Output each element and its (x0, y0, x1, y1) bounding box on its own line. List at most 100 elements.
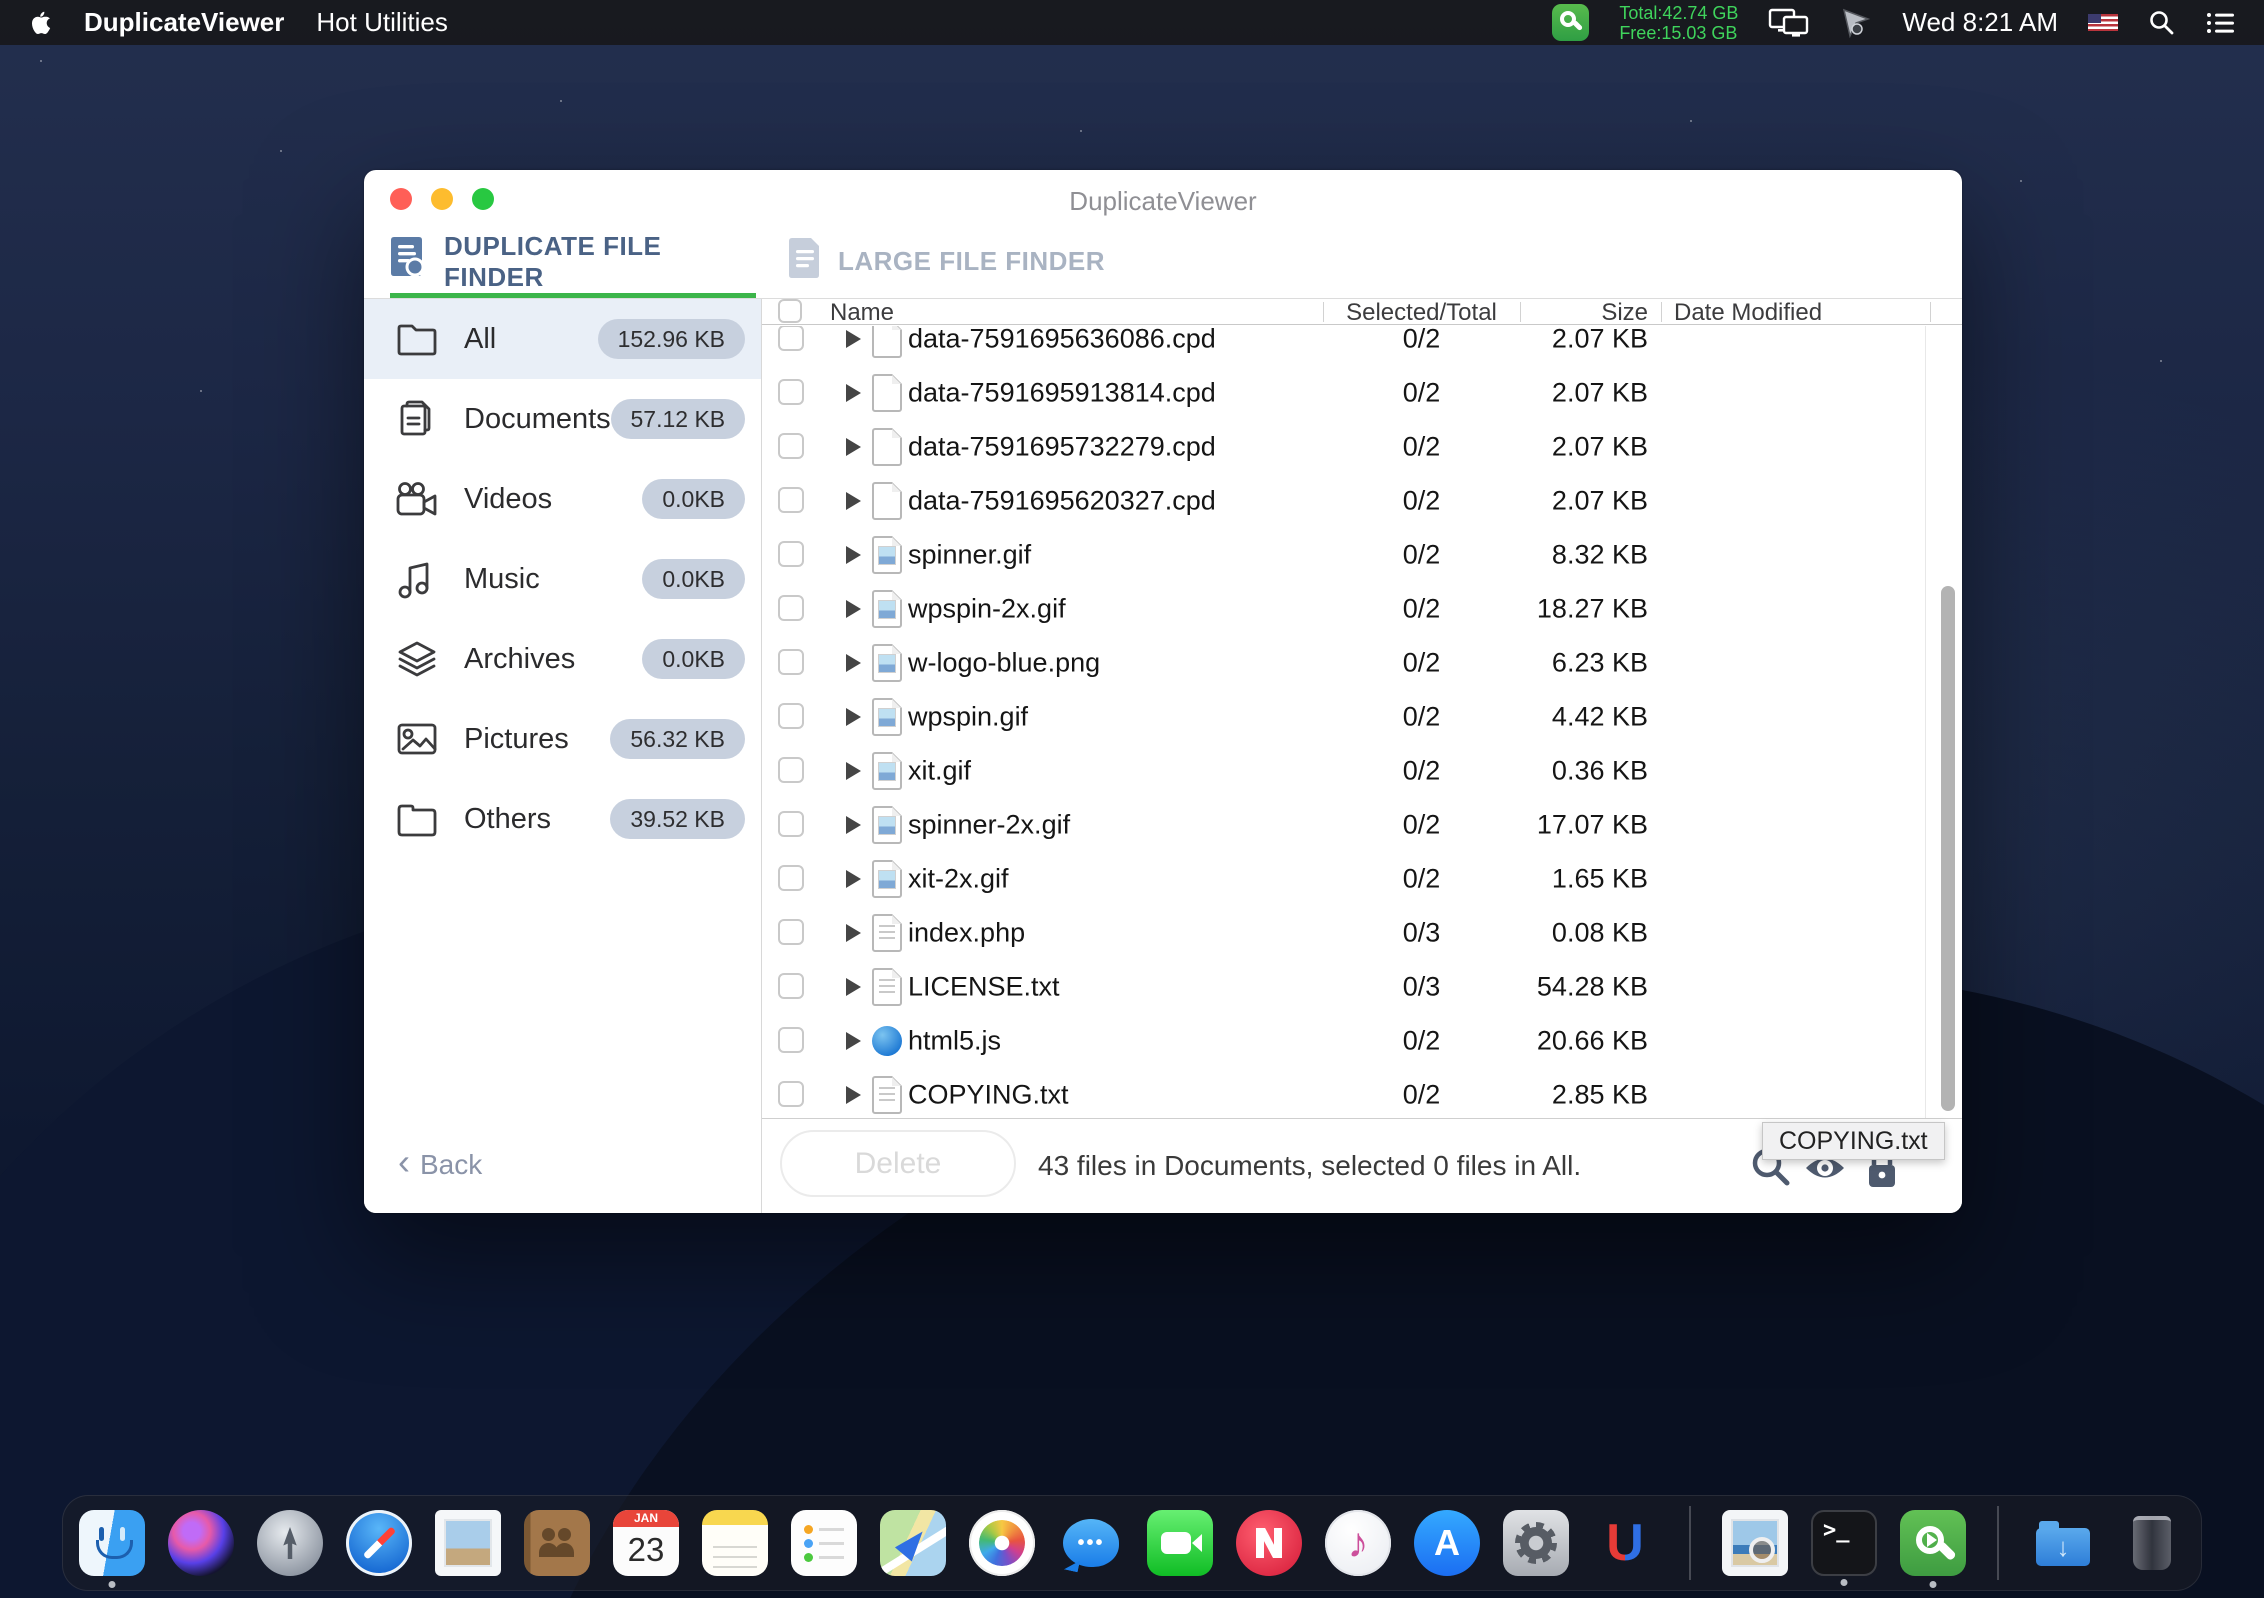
column-header-size[interactable]: Size (1520, 299, 1648, 327)
disclosure-triangle-icon[interactable] (846, 438, 861, 456)
dock-icon-mail[interactable] (435, 1510, 501, 1576)
dock-icon-sysprefs[interactable] (1503, 1510, 1569, 1576)
row-checkbox[interactable] (778, 649, 804, 675)
table-row[interactable]: data-7591695620327.cpd 0/2 2.07 KB (762, 474, 1962, 528)
row-checkbox[interactable] (778, 919, 804, 945)
dock-icon-trash[interactable] (2119, 1510, 2185, 1576)
row-checkbox[interactable] (778, 757, 804, 783)
row-checkbox[interactable] (778, 379, 804, 405)
delete-button[interactable]: Delete (780, 1130, 1016, 1197)
row-checkbox[interactable] (778, 433, 804, 459)
column-header-date-modified[interactable]: Date Modified (1674, 299, 1822, 327)
disclosure-triangle-icon[interactable] (846, 978, 861, 996)
disclosure-triangle-icon[interactable] (846, 762, 861, 780)
row-checkbox[interactable] (778, 865, 804, 891)
row-checkbox[interactable] (778, 326, 804, 351)
displays-icon[interactable] (1768, 7, 1810, 39)
menubar-app-name[interactable]: DuplicateViewer (84, 7, 284, 38)
disclosure-triangle-icon[interactable] (846, 708, 861, 726)
row-checkbox[interactable] (778, 703, 804, 729)
disclosure-triangle-icon[interactable] (846, 384, 861, 402)
row-checkbox[interactable] (778, 541, 804, 567)
dock-icon-safari[interactable] (346, 1510, 412, 1576)
notification-center-icon[interactable] (2206, 11, 2236, 35)
disclosure-triangle-icon[interactable] (846, 1032, 861, 1050)
table-row[interactable]: xit.gif 0/2 0.36 KB (762, 744, 1962, 798)
dock-icon-maps[interactable] (880, 1510, 946, 1576)
table-row[interactable]: spinner.gif 0/2 8.32 KB (762, 528, 1962, 582)
menubar-clock[interactable]: Wed 8:21 AM (1902, 7, 2058, 38)
disclosure-triangle-icon[interactable] (846, 816, 861, 834)
table-row[interactable]: spinner-2x.gif 0/2 17.07 KB (762, 798, 1962, 852)
menu-item-hot-utilities[interactable]: Hot Utilities (316, 7, 447, 38)
column-header-selected-total[interactable]: Selected/Total (1323, 299, 1520, 327)
dock-icon-calendar[interactable]: JAN23 (613, 1510, 679, 1576)
disclosure-triangle-icon[interactable] (846, 654, 861, 672)
table-row[interactable]: LICENSE.txt 0/3 54.28 KB (762, 960, 1962, 1014)
table-header: Name Selected/Total Size Date Modified (762, 299, 1962, 325)
back-button[interactable]: ‹ Back (398, 1149, 482, 1181)
dock-icon-magnet[interactable] (1592, 1510, 1658, 1576)
table-row[interactable]: html5.js 0/2 20.66 KB (762, 1014, 1962, 1068)
dock-icon-notes[interactable] (702, 1510, 768, 1576)
dock-icon-contacts[interactable] (524, 1510, 590, 1576)
dock-icon-itunes[interactable] (1325, 1510, 1391, 1576)
dock-icon-dupviewer[interactable] (1900, 1510, 1966, 1576)
disclosure-triangle-icon[interactable] (846, 1086, 861, 1104)
spotlight-search-icon[interactable] (2148, 9, 2176, 37)
title-bar[interactable]: DuplicateViewer (364, 170, 1962, 228)
select-all-checkbox[interactable] (778, 299, 802, 323)
disclosure-triangle-icon[interactable] (846, 600, 861, 618)
table-row[interactable]: index.php 0/3 0.08 KB (762, 906, 1962, 960)
tab-duplicate-file-finder[interactable]: DUPLICATE FILE FINDER (390, 230, 756, 293)
sidebar-item-others[interactable]: Others 39.52 KB (364, 779, 761, 859)
column-header-name[interactable]: Name (830, 299, 894, 327)
sidebar-item-videos[interactable]: Videos 0.0KB (364, 459, 761, 539)
row-checkbox[interactable] (778, 487, 804, 513)
disclosure-triangle-icon[interactable] (846, 330, 861, 348)
sidebar-item-archives[interactable]: Archives 0.0KB (364, 619, 761, 699)
dock-icon-siri[interactable] (168, 1510, 234, 1576)
dock-icon-terminal[interactable]: >_ (1811, 1510, 1877, 1576)
disclosure-triangle-icon[interactable] (846, 492, 861, 510)
input-language-flag-icon[interactable] (2088, 14, 2118, 31)
sidebar-item-music[interactable]: Music 0.0KB (364, 539, 761, 619)
table-row[interactable]: COPYING.txt 0/2 2.85 KB (762, 1068, 1962, 1118)
table-row[interactable]: wpspin.gif 0/2 4.42 KB (762, 690, 1962, 744)
file-type-icon (872, 698, 902, 736)
category-label: Pictures (464, 723, 569, 756)
disclosure-triangle-icon[interactable] (846, 546, 861, 564)
table-row[interactable]: data-7591695913814.cpd 0/2 2.07 KB (762, 366, 1962, 420)
dock-icon-reminders[interactable] (791, 1510, 857, 1576)
disclosure-triangle-icon[interactable] (846, 870, 861, 888)
row-checkbox[interactable] (778, 811, 804, 837)
duplicateviewer-status-icon[interactable] (1552, 4, 1589, 41)
apple-menu-icon[interactable] (28, 9, 52, 37)
table-row[interactable]: data-7591695732279.cpd 0/2 2.07 KB (762, 420, 1962, 474)
row-checkbox[interactable] (778, 595, 804, 621)
selected-total-value: 0/2 (1323, 594, 1520, 625)
tab-large-file-finder[interactable]: LARGE FILE FINDER (788, 230, 1105, 293)
scrollbar-thumb[interactable] (1941, 586, 1955, 1111)
remote-cursor-icon[interactable] (1840, 7, 1872, 39)
dock-icon-facetime[interactable] (1147, 1510, 1213, 1576)
dock-icon-finder[interactable] (79, 1510, 145, 1576)
dock-icon-photos[interactable] (969, 1510, 1035, 1576)
row-checkbox[interactable] (778, 1027, 804, 1053)
sidebar-item-pictures[interactable]: Pictures 56.32 KB (364, 699, 761, 779)
table-row[interactable]: wpspin-2x.gif 0/2 18.27 KB (762, 582, 1962, 636)
dock-icon-messages[interactable] (1058, 1510, 1124, 1576)
table-row[interactable]: data-7591695636086.cpd 0/2 2.07 KB (762, 326, 1962, 366)
row-checkbox[interactable] (778, 973, 804, 999)
dock-icon-preview[interactable] (1722, 1510, 1788, 1576)
dock-icon-appstore[interactable] (1414, 1510, 1480, 1576)
dock-icon-launchpad[interactable] (257, 1510, 323, 1576)
sidebar-item-documents[interactable]: Documents 57.12 KB (364, 379, 761, 459)
sidebar-item-all[interactable]: All 152.96 KB (364, 299, 761, 379)
dock-icon-downloads[interactable] (2030, 1510, 2096, 1576)
table-row[interactable]: w-logo-blue.png 0/2 6.23 KB (762, 636, 1962, 690)
row-checkbox[interactable] (778, 1081, 804, 1107)
disclosure-triangle-icon[interactable] (846, 924, 861, 942)
table-row[interactable]: xit-2x.gif 0/2 1.65 KB (762, 852, 1962, 906)
dock-icon-news[interactable] (1236, 1510, 1302, 1576)
